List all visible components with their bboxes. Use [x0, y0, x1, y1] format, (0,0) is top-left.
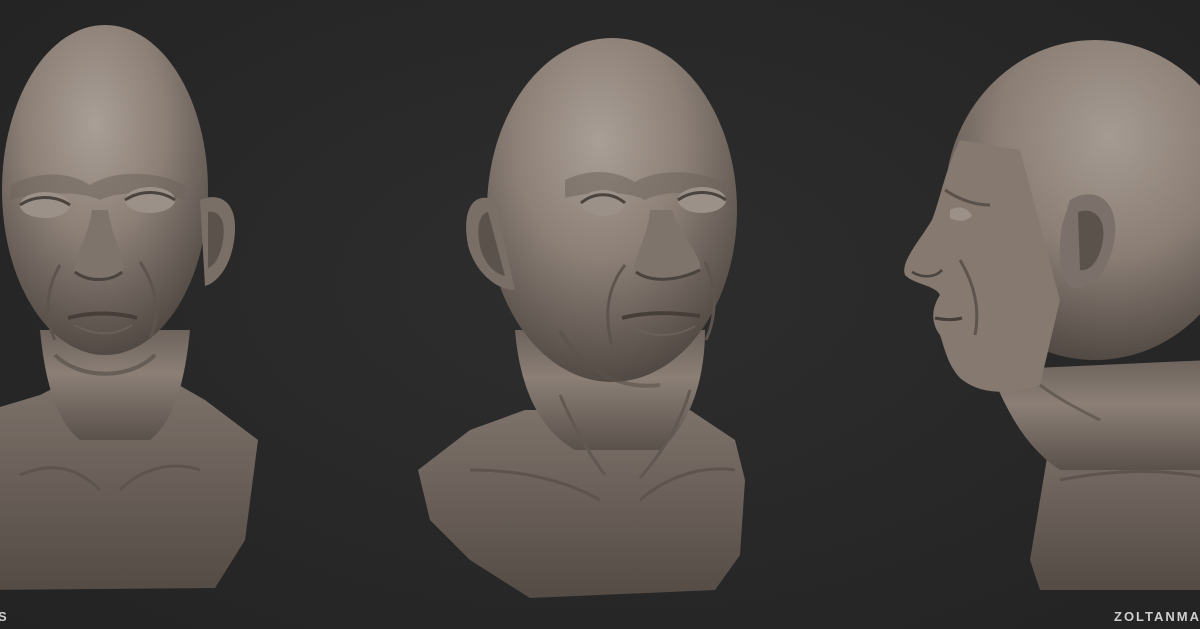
- turntable-render-sheet: S ZOLTANMAI: [0, 0, 1200, 629]
- bust-profile-view: [904, 40, 1200, 590]
- bust-front-view: [0, 25, 258, 590]
- sculpt-renders: [0, 25, 1200, 598]
- bust-three-quarter-view: [418, 38, 745, 598]
- watermark-right: ZOLTANMAI: [1114, 609, 1200, 624]
- watermark-left: S: [0, 609, 9, 624]
